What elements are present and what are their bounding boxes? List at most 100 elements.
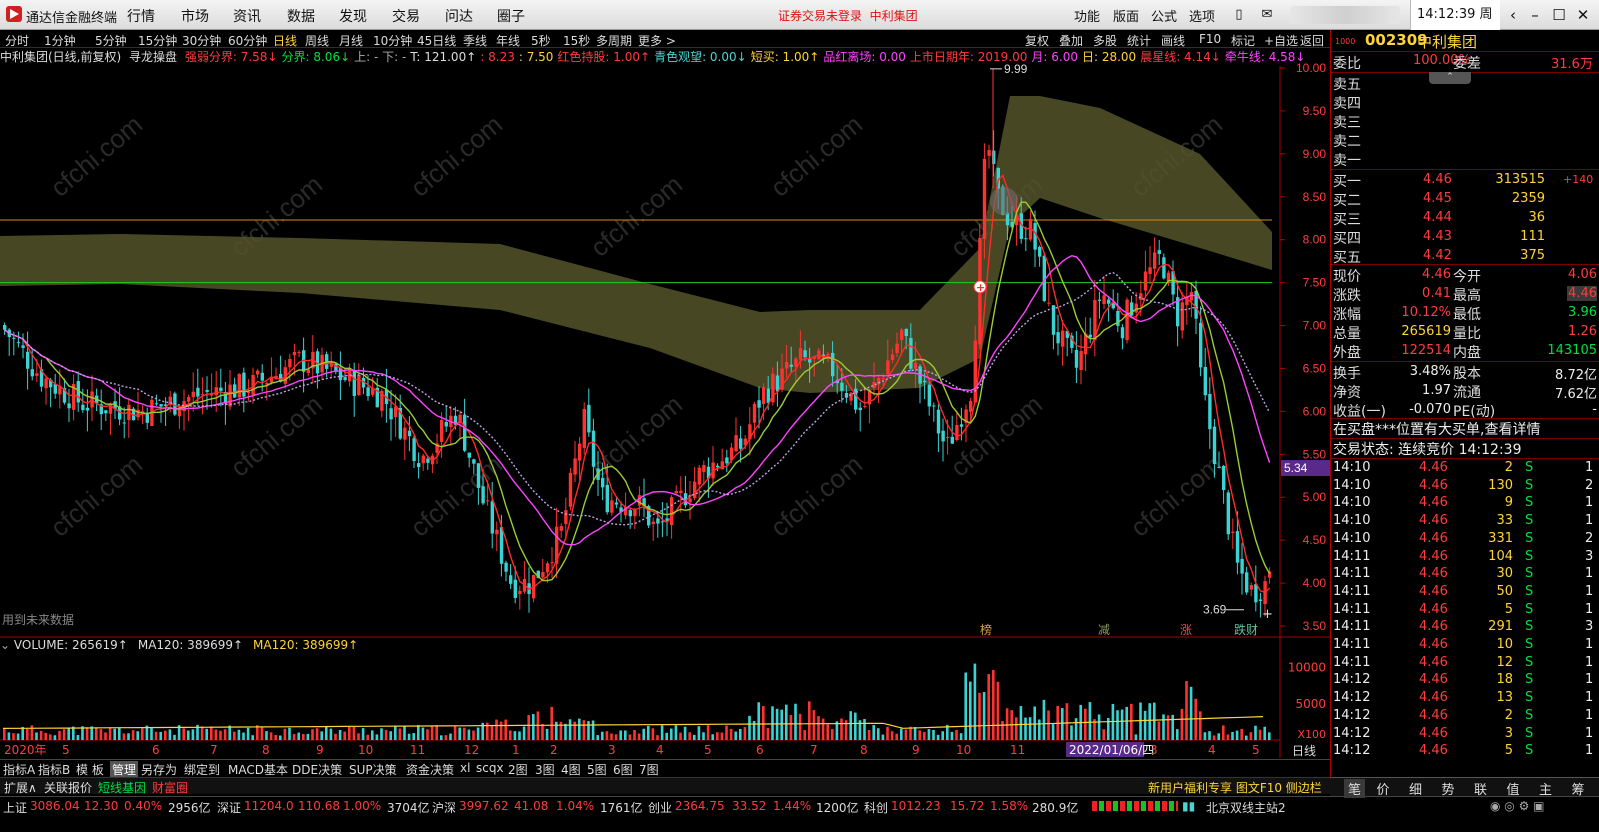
period-15sec[interactable]: 15秒 bbox=[563, 32, 590, 49]
mail-icon[interactable]: ✉ bbox=[1256, 5, 1278, 25]
indicator-tab[interactable]: 4图 bbox=[561, 761, 581, 778]
period-more[interactable]: 更多 > bbox=[638, 32, 676, 49]
quote-tab[interactable]: 主 bbox=[1539, 779, 1552, 798]
indicator-tab[interactable]: 3图 bbox=[535, 761, 555, 778]
tool-duogu[interactable]: 多股 bbox=[1093, 32, 1117, 49]
indicator-tab[interactable]: 资金决策 bbox=[406, 761, 454, 778]
volume-bar bbox=[274, 734, 277, 740]
period-month[interactable]: 月线 bbox=[339, 32, 363, 49]
period-quarter[interactable]: 季线 bbox=[463, 32, 487, 49]
volume-bar bbox=[674, 725, 678, 740]
formula-name[interactable]: 寻龙操盘 bbox=[129, 50, 177, 64]
quote-tab[interactable]: 筹 bbox=[1572, 779, 1585, 798]
menu-jiaoyi[interactable]: 交易 bbox=[392, 6, 420, 26]
period-30min[interactable]: 30分钟 bbox=[182, 32, 221, 49]
menu-shuju[interactable]: 数据 bbox=[287, 6, 315, 26]
sz-name[interactable]: 深证 bbox=[217, 799, 241, 816]
quote-tab[interactable]: 值 bbox=[1507, 779, 1520, 798]
stock-name[interactable]: 中利集团 bbox=[1417, 31, 1477, 52]
menu-zixun[interactable]: 资讯 bbox=[233, 6, 261, 26]
indicator-tab[interactable]: 另存为 bbox=[141, 761, 177, 778]
close-icon[interactable]: ✕ bbox=[1572, 5, 1594, 25]
menu-shichang[interactable]: 市场 bbox=[181, 6, 209, 26]
short-gene-tab[interactable]: 短线基因 bbox=[98, 779, 146, 796]
zoom-plus-icon[interactable]: + bbox=[1262, 607, 1273, 622]
tool-diejia[interactable]: 叠加 bbox=[1059, 32, 1083, 49]
indicator-tab[interactable]: 绑定到 bbox=[184, 761, 220, 778]
collapse-orderbook-icon[interactable]: ⌃ bbox=[1429, 72, 1471, 84]
indicator-tab[interactable]: 指标B bbox=[38, 761, 70, 778]
indicator-tab[interactable]: xl bbox=[460, 761, 470, 775]
stat-label: 涨幅 bbox=[1333, 307, 1361, 323]
menu-gongshi[interactable]: 公式 bbox=[1151, 6, 1177, 25]
indicator-tab[interactable]: DDE决策 bbox=[292, 761, 342, 778]
indicator-tab[interactable]: SUP决策 bbox=[349, 761, 397, 778]
quote-tab[interactable]: 细 bbox=[1409, 779, 1422, 798]
sh-name[interactable]: 上证 bbox=[3, 799, 27, 816]
back-icon[interactable]: ‹ bbox=[1502, 5, 1524, 25]
period-15min[interactable]: 15分钟 bbox=[138, 32, 177, 49]
candle-body bbox=[154, 403, 159, 405]
period-5min[interactable]: 5分钟 bbox=[95, 32, 127, 49]
menu-gongneng[interactable]: 功能 bbox=[1074, 6, 1100, 25]
quote-tab[interactable]: 价 bbox=[1377, 779, 1390, 798]
period-1min[interactable]: 1分钟 bbox=[44, 32, 76, 49]
quote-tab[interactable]: 势 bbox=[1442, 779, 1455, 798]
tool-add-favorite[interactable]: +自选 bbox=[1264, 32, 1298, 49]
tool-huaxian[interactable]: 画线 bbox=[1161, 32, 1185, 49]
period-45day[interactable]: 45日线 bbox=[417, 32, 456, 49]
tool-fuquan[interactable]: 复权 bbox=[1025, 32, 1049, 49]
related-quote-tab[interactable]: 关联报价 bbox=[44, 779, 92, 796]
indicator-tab[interactable]: 6图 bbox=[613, 761, 633, 778]
period-day[interactable]: 日线 bbox=[273, 32, 297, 49]
menu-faxian[interactable]: 发现 bbox=[339, 6, 367, 26]
phone-icon[interactable]: ▯ bbox=[1228, 5, 1250, 25]
indicator-tab[interactable]: 模 板 bbox=[76, 761, 104, 778]
quote-tab[interactable]: 联 bbox=[1474, 779, 1487, 798]
quote-tab[interactable]: 笔 bbox=[1344, 779, 1366, 798]
expand-button[interactable]: 扩展∧ bbox=[4, 779, 37, 796]
period-year[interactable]: 年线 bbox=[496, 32, 520, 49]
volume-bar bbox=[67, 727, 70, 740]
tool-tongji[interactable]: 统计 bbox=[1127, 32, 1151, 49]
login-notice[interactable]: 证券交易未登录 中利集团 bbox=[778, 7, 918, 24]
period-fenshi[interactable]: 分时 bbox=[5, 32, 29, 49]
menu-hangqing[interactable]: 行情 bbox=[127, 6, 155, 26]
candle-body bbox=[1139, 293, 1143, 300]
menu-quanzi[interactable]: 圈子 bbox=[497, 6, 525, 26]
cy-name[interactable]: 创业 bbox=[648, 799, 672, 816]
indicator-tab[interactable]: 5图 bbox=[587, 761, 607, 778]
tick-volume: 50 bbox=[1496, 583, 1513, 599]
period-week[interactable]: 周线 bbox=[305, 32, 329, 49]
period-5sec[interactable]: 5秒 bbox=[531, 32, 551, 49]
period-multi[interactable]: 多周期 bbox=[596, 32, 632, 49]
wealth-circle-tab[interactable]: 财富圈 bbox=[152, 779, 188, 796]
menu-xuanxiang[interactable]: 选项 bbox=[1189, 6, 1215, 25]
period-10min[interactable]: 10分钟 bbox=[373, 32, 412, 49]
buy-price: 4.42 bbox=[1423, 248, 1452, 263]
kc-name[interactable]: 科创 bbox=[864, 799, 888, 816]
indicator-tab[interactable]: scqx bbox=[476, 761, 504, 775]
indicator-tab[interactable]: 7图 bbox=[639, 761, 659, 778]
hs-name[interactable]: 沪深 bbox=[432, 799, 456, 816]
period-60min[interactable]: 60分钟 bbox=[228, 32, 267, 49]
tool-back[interactable]: 返回 bbox=[1300, 32, 1324, 49]
volume-collapse-icon[interactable]: ⌄ bbox=[0, 638, 14, 652]
menu-wenda[interactable]: 问达 bbox=[445, 6, 473, 26]
server-name[interactable]: 北京双线主站2 bbox=[1206, 799, 1286, 816]
big-order-message[interactable]: 在买盘***位置有大买单,查看详情 bbox=[1333, 419, 1540, 439]
candle-body bbox=[16, 342, 21, 344]
candle-body bbox=[35, 373, 39, 376]
indicator-tab[interactable]: MACD基本 bbox=[228, 761, 288, 778]
tool-biaoji[interactable]: 标记 bbox=[1231, 32, 1255, 49]
indicator-value: : 7.50 bbox=[518, 50, 554, 64]
minimize-icon[interactable]: – bbox=[1524, 5, 1546, 25]
indicator-tab[interactable]: 2图 bbox=[508, 761, 528, 778]
tool-f10[interactable]: F10 bbox=[1199, 32, 1221, 46]
indicator-tab[interactable]: 指标A bbox=[3, 761, 35, 778]
tick-time: 14:12 bbox=[1333, 743, 1371, 759]
menu-banmian[interactable]: 版面 bbox=[1113, 6, 1139, 25]
price-axis-label: 5.00 bbox=[1303, 490, 1327, 504]
indicator-tab[interactable]: 管理 bbox=[110, 761, 139, 778]
maximize-icon[interactable]: ☐ bbox=[1548, 5, 1570, 25]
